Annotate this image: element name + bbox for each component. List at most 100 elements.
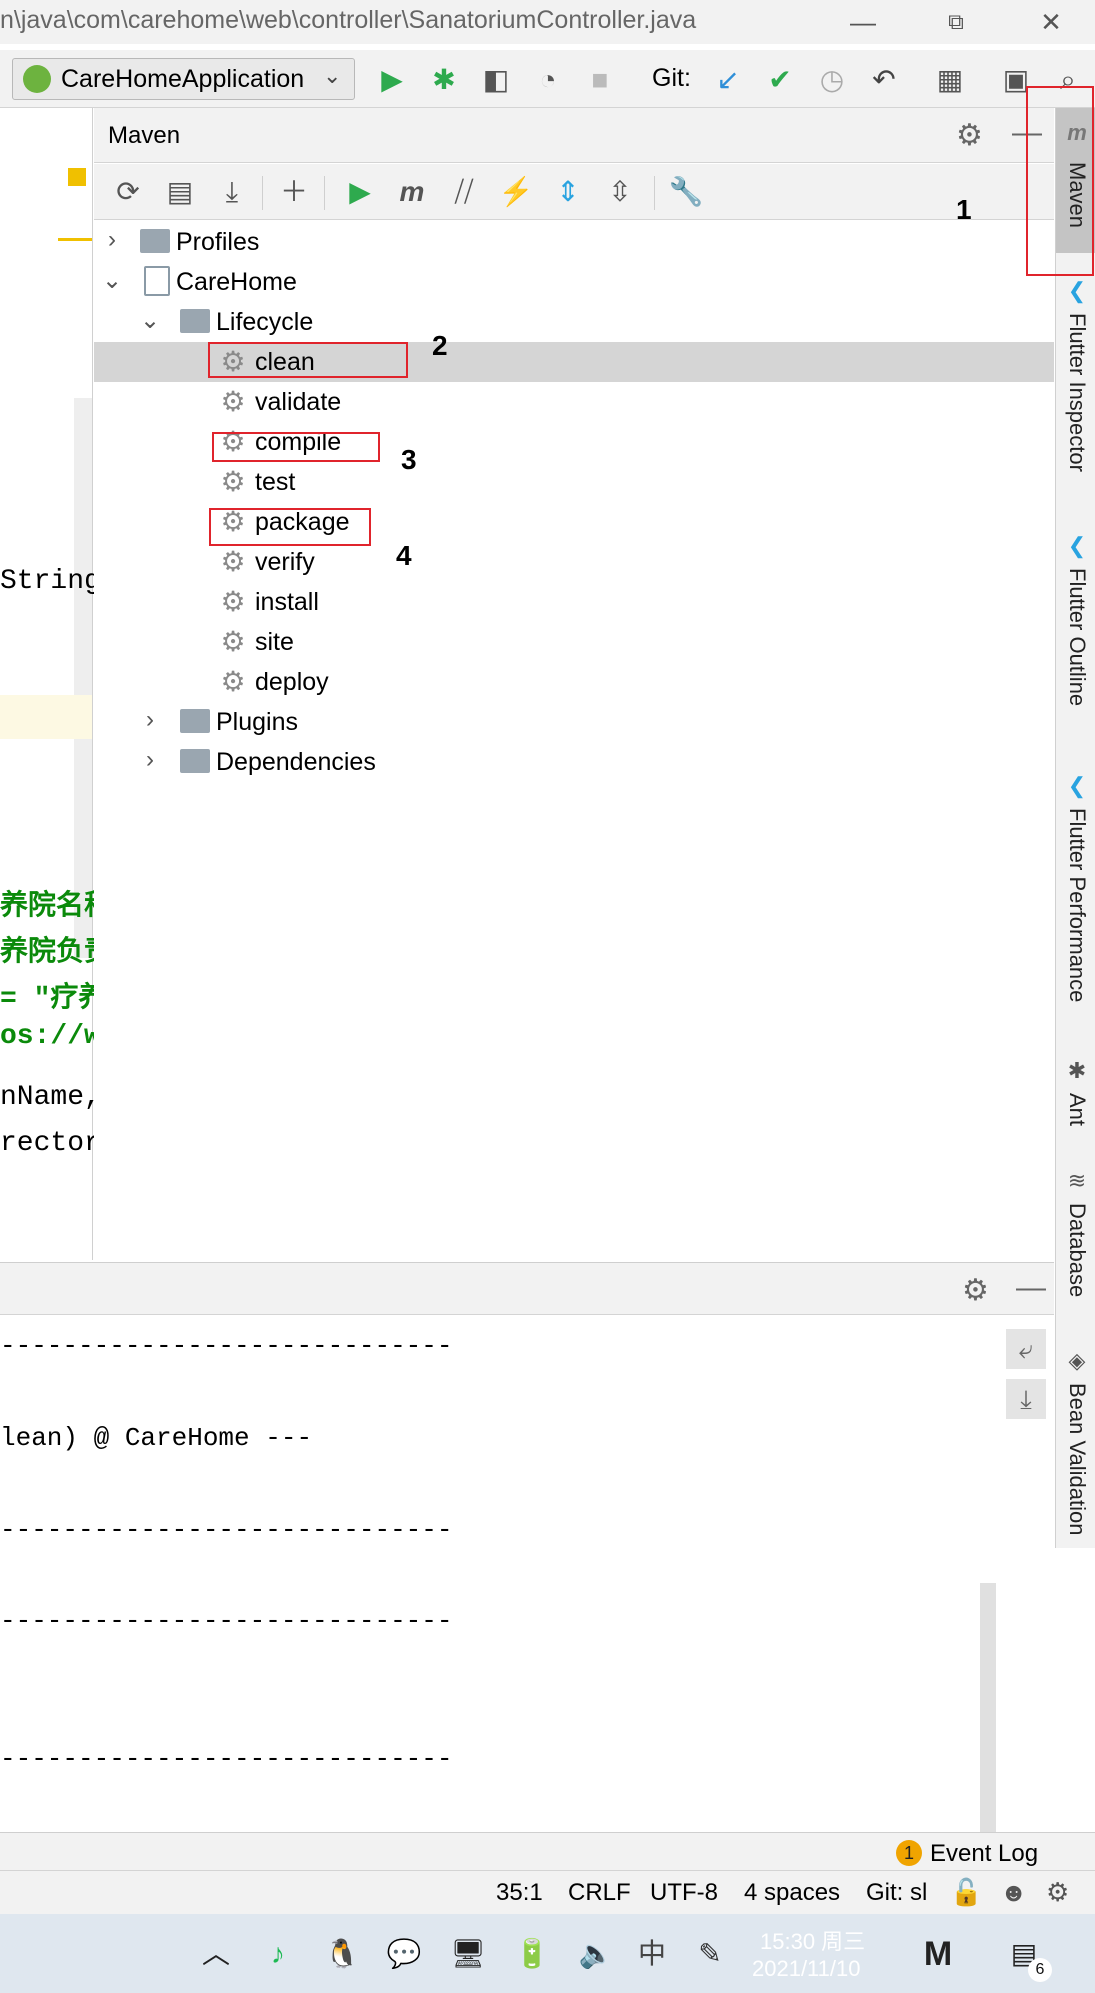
tree-item-dependencies[interactable]: › Dependencies xyxy=(94,742,1054,782)
app-logo-icon[interactable]: M xyxy=(918,1934,958,1974)
phase-validate[interactable]: ⚙ validate xyxy=(94,382,1054,422)
spring-boot-icon xyxy=(23,65,51,93)
phase-site[interactable]: ⚙ site xyxy=(94,622,1054,662)
tool-tab-database[interactable]: Database xyxy=(1064,1203,1090,1297)
tool-tab-bean-validation[interactable]: Bean Validation xyxy=(1064,1383,1090,1536)
phase-label: test xyxy=(255,468,296,496)
maven-settings-wrench-icon[interactable]: 🔧 xyxy=(666,174,706,210)
event-log-bar: 1 Event Log xyxy=(0,1832,1095,1870)
lock-icon[interactable]: 🔓 xyxy=(950,1877,982,1908)
hide-panel-icon[interactable]: — xyxy=(1016,1271,1046,1305)
run-maven-build-icon[interactable]: ▶ xyxy=(340,174,380,210)
tool-tab-ant[interactable]: Ant xyxy=(1064,1093,1090,1126)
editor-scrollbar[interactable] xyxy=(74,398,92,958)
ime-indicator[interactable]: 中 xyxy=(632,1934,672,1974)
project-structure-icon[interactable]: ▦ xyxy=(932,62,968,98)
tree-item-project[interactable]: ⌄ CareHome xyxy=(94,262,1054,302)
git-commit-icon[interactable]: ✔ xyxy=(762,62,798,98)
chevron-down-icon[interactable]: ⌄ xyxy=(138,306,162,335)
battery-icon[interactable]: 🔋 xyxy=(512,1934,552,1974)
flutter-icon: ❮ xyxy=(1067,278,1087,303)
chevron-right-icon[interactable]: › xyxy=(100,226,124,254)
title-bar: n\java\com\carehome\web\controller\Sanat… xyxy=(0,0,1095,44)
chevron-down-icon[interactable]: ⌄ xyxy=(100,266,124,295)
expand-all-icon[interactable]: ⇕ xyxy=(548,174,588,210)
restore-button[interactable]: ⧉ xyxy=(931,4,981,40)
inspector-icon[interactable]: ☻ xyxy=(1000,1877,1027,1908)
collapse-all-icon[interactable]: ⇳ xyxy=(600,174,640,210)
offline-mode-icon[interactable]: ⚡ xyxy=(496,174,536,210)
maven-title: Maven xyxy=(108,122,181,149)
wechat-icon[interactable]: 💬 xyxy=(384,1934,424,1974)
annotation-box-maven-tab xyxy=(1026,86,1094,276)
code-editor[interactable]: String 养院名称 养院负责 = "疗养 os://ww nName, re… xyxy=(0,108,118,1260)
download-icon[interactable]: ⤓ xyxy=(212,174,252,210)
gear-icon: ⚙ xyxy=(220,626,246,657)
chevron-down-icon: ⌄ xyxy=(323,63,342,88)
git-update-icon[interactable]: ↙ xyxy=(710,62,746,98)
generate-sources-icon[interactable]: ▤ xyxy=(160,174,200,210)
stop-icon[interactable]: ■ xyxy=(582,62,618,98)
file-encoding[interactable]: UTF-8 xyxy=(650,1879,718,1907)
chevron-right-icon[interactable]: › xyxy=(138,706,162,734)
coverage-icon[interactable]: ◧ xyxy=(478,62,514,98)
clock-date[interactable]: 2021/11/10 xyxy=(752,1956,860,1982)
chevron-right-icon[interactable]: › xyxy=(138,746,162,774)
reload-icon[interactable]: ⟳ xyxy=(108,174,148,210)
show-hidden-icons-icon[interactable]: ︿ xyxy=(196,1934,236,1974)
tree-item-plugins[interactable]: › Plugins xyxy=(94,702,1054,742)
execute-goal-icon[interactable]: m xyxy=(392,174,432,210)
add-project-icon[interactable]: ＋ xyxy=(274,174,314,210)
qq-icon[interactable]: 🐧 xyxy=(322,1934,362,1974)
tree-item-lifecycle[interactable]: ⌄ Lifecycle xyxy=(94,302,1054,342)
gear-icon: ⚙ xyxy=(220,586,246,617)
maven-module-icon xyxy=(144,266,170,296)
run-icon[interactable]: ▶ xyxy=(374,62,410,98)
git-branch[interactable]: Git: sl xyxy=(866,1879,927,1907)
phase-test[interactable]: ⚙ test xyxy=(94,462,1054,502)
run-configuration-dropdown[interactable]: CareHomeApplication ⌄ xyxy=(12,58,355,100)
event-log-button[interactable]: Event Log xyxy=(930,1840,1038,1868)
tree-label-lifecycle: Lifecycle xyxy=(216,308,314,336)
clock-time[interactable]: 15:30 周三 xyxy=(760,1924,865,1956)
caret-position[interactable]: 35:1 xyxy=(496,1879,543,1907)
phase-install[interactable]: ⚙ install xyxy=(94,582,1054,622)
phase-label: verify xyxy=(255,548,315,576)
git-rollback-icon[interactable]: ↶ xyxy=(866,62,902,98)
close-button[interactable]: ✕ xyxy=(1026,4,1076,40)
gear-icon: ⚙ xyxy=(220,466,246,497)
tool-tab-flutter-outline[interactable]: Flutter Outline xyxy=(1064,568,1090,706)
scroll-to-end-icon[interactable]: ⤓ xyxy=(1006,1379,1046,1419)
flutter-icon: ❮ xyxy=(1067,533,1087,558)
git-history-icon[interactable]: ◷ xyxy=(814,62,850,98)
settings-gear-icon[interactable]: ⚙ xyxy=(956,118,983,153)
tree-label-plugins: Plugins xyxy=(216,708,298,736)
tree-item-profiles[interactable]: › Profiles xyxy=(94,222,1054,262)
pen-workspace-icon[interactable]: ✎ xyxy=(690,1934,730,1974)
annotation-box-package xyxy=(209,508,371,546)
event-count-badge: 1 xyxy=(896,1840,922,1866)
ant-icon: ✱ xyxy=(1067,1058,1087,1083)
memory-icon[interactable]: ⚙ xyxy=(1046,1877,1069,1908)
skip-tests-icon[interactable]: ⧸⧸ xyxy=(444,174,484,210)
tool-tab-flutter-inspector[interactable]: Flutter Inspector xyxy=(1064,313,1090,472)
indent-setting[interactable]: 4 spaces xyxy=(744,1879,840,1907)
phase-deploy[interactable]: ⚙ deploy xyxy=(94,662,1054,702)
network-icon[interactable]: 🖥 xyxy=(448,1934,488,1974)
volume-icon[interactable]: 🔈 xyxy=(576,1934,616,1974)
phase-verify[interactable]: ⚙ verify xyxy=(94,542,1054,582)
minimize-button[interactable]: — xyxy=(838,4,888,40)
tree-label-profiles: Profiles xyxy=(176,228,260,256)
settings-gear-icon[interactable]: ⚙ xyxy=(962,1273,989,1308)
output-scrollbar[interactable] xyxy=(980,1583,996,1833)
output-line: ----------------------------- xyxy=(0,1515,453,1545)
profile-icon[interactable]: ◔ xyxy=(530,62,566,98)
profiles-folder-icon xyxy=(140,229,170,253)
flutter-icon: ❮ xyxy=(1067,773,1087,798)
debug-icon[interactable]: ✱ xyxy=(426,62,462,98)
run-config-label: CareHomeApplication xyxy=(61,65,305,93)
soft-wrap-icon[interactable]: ⤶ xyxy=(1006,1329,1046,1369)
line-separator[interactable]: CRLF xyxy=(568,1879,631,1907)
tool-tab-flutter-performance[interactable]: Flutter Performance xyxy=(1064,808,1090,1002)
music-app-icon[interactable]: ♪ xyxy=(258,1934,298,1974)
